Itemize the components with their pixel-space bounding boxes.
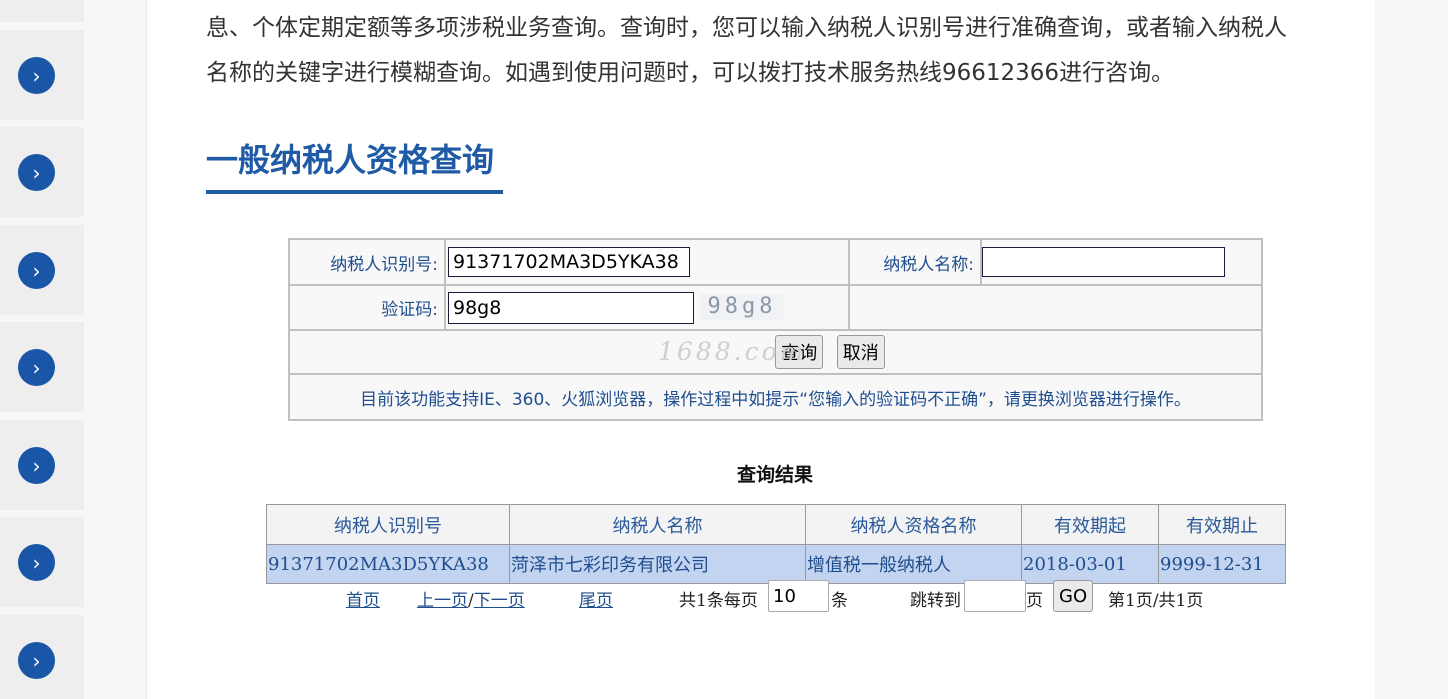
chevron-right-icon[interactable]: › (18, 349, 55, 386)
table-cell: 91371702MA3D5YKA38 (266, 544, 510, 584)
prev-page-link[interactable]: 上一页 (417, 591, 468, 611)
query-button[interactable]: 查询 (775, 335, 824, 369)
prev-next-group: 上一页/下一页 (417, 586, 525, 611)
column-header: 纳税人名称 (509, 504, 806, 545)
table-row[interactable]: 91371702MA3D5YKA38 菏泽市七彩印务有限公司 增值税一般纳税人 … (266, 544, 1286, 584)
taxpayer-name-input[interactable] (982, 247, 1225, 277)
captcha-input[interactable] (448, 291, 694, 324)
table-cell: 增值税一般纳税人 (805, 544, 1022, 584)
sidebar-card[interactable]: › (0, 517, 84, 607)
captcha-label: 验证码: (288, 284, 446, 331)
sidebar-card[interactable]: › (0, 225, 84, 315)
table-cell: 2018-03-01 (1021, 544, 1159, 584)
sidebar-card[interactable]: › (0, 615, 84, 699)
sidebar-card (0, 0, 84, 22)
table-cell: 菏泽市七彩印务有限公司 (509, 544, 806, 584)
first-page-link[interactable]: 首页 (346, 586, 380, 611)
chevron-right-icon[interactable]: › (18, 57, 55, 94)
page-title: 一般纳税人资格查询 (206, 141, 495, 179)
next-page-link[interactable]: 下一页 (474, 591, 525, 611)
intro-line: 息、个体定期定额等多项涉税业务查询。查询时，您可以输入纳税人识别号进行准确查询，… (206, 15, 1287, 41)
taxpayer-id-label: 纳税人识别号: (288, 238, 446, 286)
total-label: 共1条每页 (679, 591, 758, 611)
page-size-input[interactable] (768, 580, 829, 612)
column-header: 有效期止 (1158, 504, 1286, 545)
chevron-right-icon[interactable]: › (18, 154, 55, 191)
sidebar-card[interactable]: › (0, 30, 84, 120)
column-header: 纳税人识别号 (266, 504, 510, 545)
table-header-row: 纳税人识别号 纳税人名称 纳税人资格名称 有效期起 有效期止 (266, 504, 1286, 545)
cancel-button[interactable]: 取消 (836, 335, 885, 369)
sidebar-card[interactable]: › (0, 322, 84, 412)
right-gutter (1375, 0, 1448, 699)
intro-line: 名称的关键字进行模糊查询。如遇到使用问题时，可以拨打技术服务热线96612366… (206, 60, 1175, 86)
results-table: 纳税人识别号 纳税人名称 纳税人资格名称 有效期起 有效期止 91371702M… (266, 504, 1286, 584)
jump-page-input[interactable] (964, 580, 1026, 612)
page-status: 第1页/共1页 (1108, 591, 1204, 611)
chevron-right-icon[interactable]: › (18, 544, 55, 581)
title-underline (206, 190, 503, 194)
table-cell: 9999-12-31 (1158, 544, 1286, 584)
intro-text: 息、个体定期定额等多项涉税业务查询。查询时，您可以输入纳税人识别号进行准确查询，… (206, 6, 1356, 96)
jump-label: 跳转到 (910, 591, 961, 611)
chevron-right-icon[interactable]: › (18, 642, 55, 679)
browser-notice: 目前该功能支持IE、360、火狐浏览器，操作过程中如提示“您输入的验证码不正确”… (288, 373, 1263, 421)
chevron-right-icon[interactable]: › (18, 252, 55, 289)
captcha-image[interactable]: 98g8 (700, 293, 784, 320)
sidebar: › › › › › › › (0, 0, 147, 699)
taxpayer-name-label: 纳税人名称: (848, 238, 982, 286)
page-unit-label: 页 (1026, 591, 1043, 611)
pager: 首页 上一页/下一页 尾页 共1条每页 条 跳转到 页 GO 第1页/共1页 (346, 580, 1246, 614)
sidebar-card[interactable]: › (0, 127, 84, 217)
unit-label: 条 (831, 591, 848, 611)
column-header: 有效期起 (1021, 504, 1159, 545)
query-form: 纳税人识别号: 纳税人名称: 验证码: 98g8 1688.com 查询 取消 … (288, 238, 1263, 421)
go-button[interactable]: GO (1053, 580, 1094, 612)
column-header: 纳税人资格名称 (805, 504, 1022, 545)
taxpayer-id-input[interactable] (448, 247, 690, 277)
last-page-link[interactable]: 尾页 (579, 586, 613, 611)
results-caption: 查询结果 (736, 464, 813, 486)
